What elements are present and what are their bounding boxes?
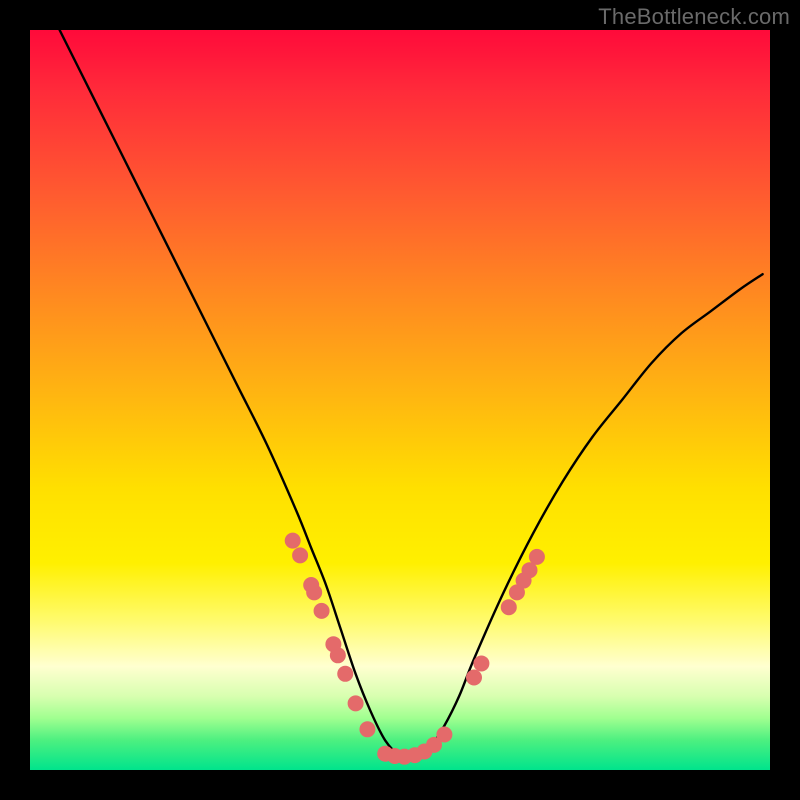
data-marker <box>330 647 346 663</box>
plot-area <box>30 30 770 770</box>
data-marker <box>292 547 308 563</box>
data-marker <box>473 655 489 671</box>
data-marker <box>501 599 517 615</box>
data-marker <box>285 533 301 549</box>
data-marker <box>306 584 322 600</box>
chart-frame: TheBottleneck.com <box>0 0 800 800</box>
watermark-text: TheBottleneck.com <box>598 4 790 30</box>
data-marker <box>359 721 375 737</box>
plot-svg <box>30 30 770 770</box>
data-marker <box>436 726 452 742</box>
data-marker <box>466 670 482 686</box>
data-marker <box>314 603 330 619</box>
data-marker <box>529 549 545 565</box>
bottleneck-curve <box>60 30 763 757</box>
data-marker <box>348 695 364 711</box>
data-markers <box>285 533 545 765</box>
data-marker <box>337 666 353 682</box>
